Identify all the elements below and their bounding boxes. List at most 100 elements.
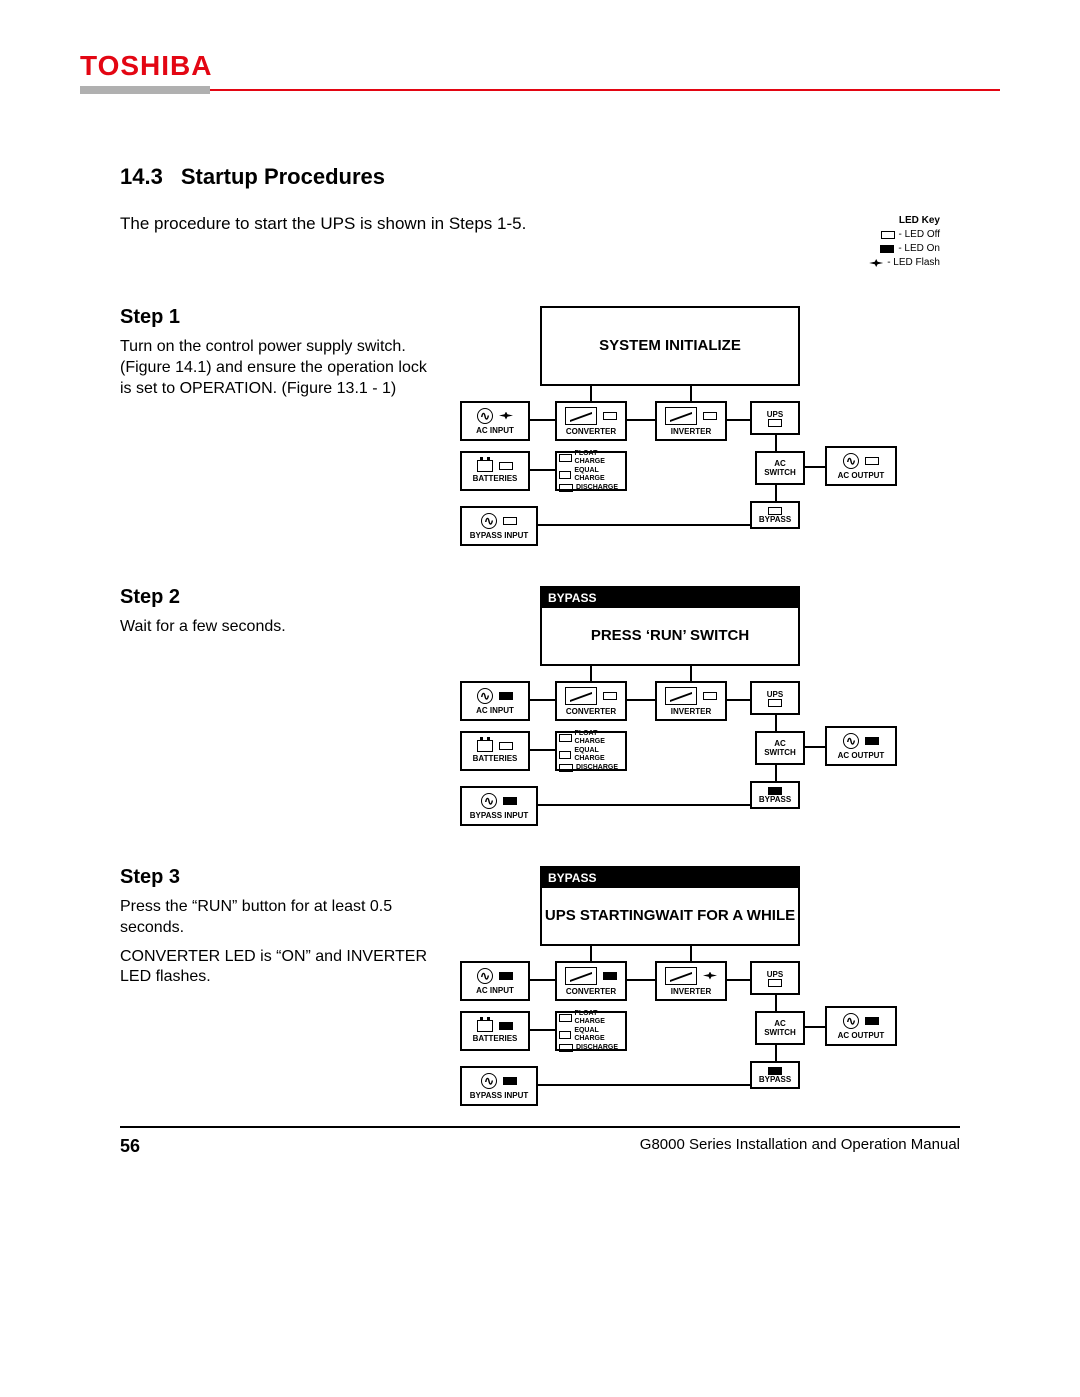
step-body: Turn on the control power supply switch.… bbox=[120, 337, 440, 399]
led-off-icon bbox=[768, 699, 782, 707]
display-screen: UPS STARTINGWAIT FOR A WHILE bbox=[542, 888, 798, 944]
led-off-label: - LED Off bbox=[899, 228, 941, 242]
bypass-input-box: BYPASS INPUT bbox=[460, 1066, 538, 1106]
display-screen: SYSTEM INITIALIZE bbox=[542, 308, 798, 384]
step-body: Press the “RUN” button for at least 0.5 … bbox=[120, 897, 440, 939]
ac-input-box: AC INPUT bbox=[460, 681, 530, 721]
batteries-box: BATTERIES bbox=[460, 451, 530, 491]
ups-label: UPS bbox=[767, 970, 783, 979]
converter-label: CONVERTER bbox=[566, 427, 616, 436]
equal-charge-label: EQUAL CHARGE bbox=[574, 467, 623, 484]
led-off-icon bbox=[768, 979, 782, 987]
header-rule bbox=[80, 86, 1000, 94]
ac-switch-box: AC SWITCH bbox=[755, 451, 805, 485]
led-on-label: - LED On bbox=[898, 242, 940, 256]
ups-box: UPS bbox=[750, 681, 800, 715]
bypass-input-label: BYPASS INPUT bbox=[470, 531, 529, 540]
led-on-icon bbox=[503, 1077, 517, 1085]
led-off-icon bbox=[499, 742, 513, 750]
ac-output-box: AC OUTPUT bbox=[825, 1006, 897, 1046]
led-flash-label: - LED Flash bbox=[887, 256, 940, 270]
ups-label: UPS bbox=[767, 410, 783, 419]
led-off-icon bbox=[503, 517, 517, 525]
ac-input-label: AC INPUT bbox=[476, 986, 514, 995]
page-number: 56 bbox=[120, 1136, 140, 1157]
float-charge-label: FLOAT CHARGE bbox=[575, 1010, 623, 1027]
inverter-icon bbox=[665, 407, 697, 425]
step-heading: Step 3 bbox=[120, 866, 440, 889]
led-on-icon bbox=[768, 787, 782, 795]
sine-icon bbox=[477, 408, 493, 424]
converter-box: CONVERTER bbox=[555, 401, 627, 441]
manual-title: G8000 Series Installation and Operation … bbox=[640, 1136, 960, 1157]
led-off-icon bbox=[881, 231, 895, 239]
step-row: Step 3 Press the “RUN” button for at leas… bbox=[120, 866, 960, 1116]
ups-diagram: BYPASS PRESS ‘RUN’ SWITCH AC INPUT CONVE… bbox=[460, 586, 900, 836]
led-on-icon bbox=[499, 972, 513, 980]
step-body: CONVERTER LED is “ON” and INVERTER LED f… bbox=[120, 947, 440, 989]
battery-icon bbox=[477, 740, 493, 752]
bypass-bar: BYPASS bbox=[542, 868, 798, 888]
led-icon bbox=[559, 1031, 571, 1039]
batteries-box: BATTERIES bbox=[460, 731, 530, 771]
bypass-input-box: BYPASS INPUT bbox=[460, 506, 538, 546]
converter-icon bbox=[565, 407, 597, 425]
ac-output-box: AC OUTPUT bbox=[825, 726, 897, 766]
sine-icon bbox=[843, 733, 859, 749]
page-content: 14.3Startup Procedures The procedure to … bbox=[80, 164, 1000, 1116]
led-on-icon bbox=[768, 1067, 782, 1075]
inverter-box: INVERTER bbox=[655, 401, 727, 441]
led-off-icon bbox=[603, 692, 617, 700]
batteries-box: BATTERIES bbox=[460, 1011, 530, 1051]
step-heading: Step 1 bbox=[120, 306, 440, 329]
bypass-label: BYPASS bbox=[759, 1075, 791, 1084]
led-off-icon bbox=[768, 507, 782, 515]
led-on-icon bbox=[499, 1022, 513, 1030]
discharge-label: DISCHARGE bbox=[576, 484, 618, 492]
inverter-icon bbox=[665, 967, 697, 985]
bypass-box: BYPASS bbox=[750, 501, 800, 529]
ac-output-label: AC OUTPUT bbox=[838, 751, 885, 760]
ac-output-label: AC OUTPUT bbox=[838, 1031, 885, 1040]
led-icon bbox=[559, 1014, 572, 1022]
ac-output-box: AC OUTPUT bbox=[825, 446, 897, 486]
step-row: Step 2Wait for a few seconds. BYPASS PRE… bbox=[120, 586, 960, 836]
sine-icon bbox=[481, 793, 497, 809]
sine-icon bbox=[843, 453, 859, 469]
intro-text: The procedure to start the UPS is shown … bbox=[120, 214, 849, 234]
converter-icon bbox=[565, 687, 597, 705]
diagram-column: SYSTEM INITIALIZE AC INPUT CONVERTER INV… bbox=[460, 306, 960, 556]
inverter-label: INVERTER bbox=[671, 987, 711, 996]
display-screen: PRESS ‘RUN’ SWITCH bbox=[542, 608, 798, 664]
sine-icon bbox=[477, 968, 493, 984]
inverter-label: INVERTER bbox=[671, 427, 711, 436]
led-icon bbox=[559, 454, 572, 462]
inverter-label: INVERTER bbox=[671, 707, 711, 716]
sine-icon bbox=[477, 688, 493, 704]
page-header: TOSHIBA bbox=[80, 50, 1000, 94]
led-on-icon bbox=[880, 245, 894, 253]
section-title-text: Startup Procedures bbox=[181, 164, 385, 189]
led-key: LED Key - LED Off - LED On - LED Flash bbox=[869, 214, 960, 270]
led-on-icon bbox=[503, 797, 517, 805]
display-box: SYSTEM INITIALIZE bbox=[540, 306, 800, 386]
led-on-icon bbox=[865, 737, 879, 745]
charge-box: FLOAT CHARGE EQUAL CHARGE DISCHARGE bbox=[555, 451, 627, 491]
ups-diagram: SYSTEM INITIALIZE AC INPUT CONVERTER INV… bbox=[460, 306, 900, 556]
ac-input-label: AC INPUT bbox=[476, 706, 514, 715]
led-icon bbox=[559, 764, 573, 772]
batteries-label: BATTERIES bbox=[473, 474, 518, 483]
converter-label: CONVERTER bbox=[566, 707, 616, 716]
led-icon bbox=[559, 734, 572, 742]
battery-icon bbox=[477, 1020, 493, 1032]
step-heading: Step 2 bbox=[120, 586, 440, 609]
diagram-column: BYPASS UPS STARTINGWAIT FOR A WHILE AC I… bbox=[460, 866, 960, 1116]
display-box: BYPASS UPS STARTINGWAIT FOR A WHILE bbox=[540, 866, 800, 946]
bypass-input-label: BYPASS INPUT bbox=[470, 811, 529, 820]
page-footer: 56 G8000 Series Installation and Operati… bbox=[120, 1126, 960, 1157]
led-icon bbox=[559, 484, 573, 492]
battery-icon bbox=[477, 460, 493, 472]
bypass-input-box: BYPASS INPUT bbox=[460, 786, 538, 826]
sine-icon bbox=[843, 1013, 859, 1029]
section-title: 14.3Startup Procedures bbox=[120, 164, 960, 190]
